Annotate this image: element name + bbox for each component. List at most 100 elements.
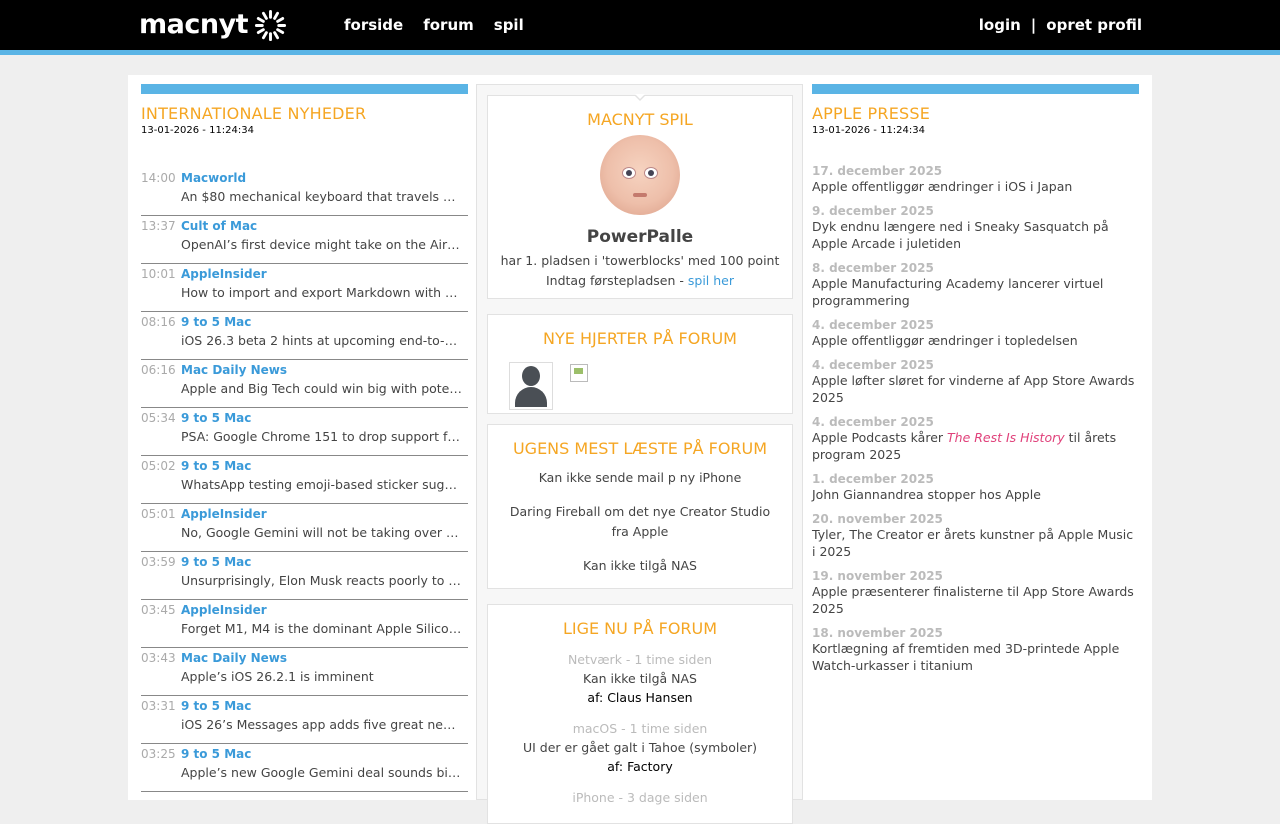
macnyt-logo[interactable]: macnyt <box>139 9 287 41</box>
press-title[interactable]: Apple Podcasts kårer The Rest Is History… <box>812 429 1139 463</box>
news-headline[interactable]: Forget M1, M4 is the dominant Apple Sili… <box>181 621 463 636</box>
press-title[interactable]: Tyler, The Creator er årets kunstner på … <box>812 526 1139 560</box>
news-source[interactable]: 9 to 5 Mac <box>181 411 251 425</box>
news-time: 14:00 <box>141 171 176 185</box>
news-headline[interactable]: How to import and export Markdown with A… <box>181 285 463 300</box>
player-score-text: har 1. pladsen i 'towerblocks' med 100 p… <box>500 253 780 268</box>
press-title[interactable]: Kortlægning af fremtiden med 3D-printede… <box>812 640 1139 674</box>
news-headline[interactable]: iOS 26’s Messages app adds five great ne… <box>181 717 463 732</box>
news-headline[interactable]: Apple’s new Google Gemini deal sounds bi… <box>181 765 463 780</box>
news-item[interactable]: 14:00 Macworld An $80 mechanical keyboard … <box>141 168 468 216</box>
press-date: 8. december 2025 <box>812 261 934 275</box>
international-news-column: INTERNATIONALE NYHEDER 13-01-2026 - 11:2… <box>141 84 468 792</box>
news-time: 03:31 <box>141 699 176 713</box>
user-avatar-icon[interactable] <box>509 362 553 410</box>
player-name[interactable]: PowerPalle <box>488 227 792 247</box>
news-item[interactable]: 05:02 9 to 5 Mac WhatsApp testing emoji-ba… <box>141 456 468 504</box>
press-title[interactable]: Apple præsenterer finalisterne til App S… <box>812 583 1139 617</box>
press-date: 17. december 2025 <box>812 164 943 178</box>
news-headline[interactable]: Apple and Big Tech could win big with po… <box>181 381 463 396</box>
news-item[interactable]: 05:34 9 to 5 Mac PSA: Google Chrome 151 to… <box>141 408 468 456</box>
press-item[interactable]: 4. december 2025 Apple offentliggør ændri… <box>812 318 1139 349</box>
play-here-link[interactable]: spil her <box>688 273 734 288</box>
forum-author[interactable]: af: Claus Hansen <box>502 688 778 707</box>
news-item[interactable]: 03:31 9 to 5 Mac iOS 26’s Messages app add… <box>141 696 468 744</box>
news-item[interactable]: 13:37 Cult of Mac OpenAI’s first device mi… <box>141 216 468 264</box>
press-item[interactable]: 4. december 2025 Apple løfter sløret for … <box>812 358 1139 406</box>
top-navigation-bar: macnyt forside forum spil login | opret … <box>0 0 1280 55</box>
forum-entry[interactable]: macOS - 1 time siden UI der er gået galt… <box>502 719 778 776</box>
most-read-item[interactable]: Daring Fireball om det nye Creator Studi… <box>502 502 778 542</box>
news-time: 10:01 <box>141 267 176 281</box>
press-title[interactable]: Apple løfter sløret for vinderne af App … <box>812 372 1139 406</box>
news-source[interactable]: AppleInsider <box>181 267 267 281</box>
forum-entry[interactable]: iPhone - 3 dage siden <box>502 788 778 807</box>
forum-entry[interactable]: Netværk - 1 time siden Kan ikke tilgå NA… <box>502 650 778 707</box>
news-source[interactable]: Macworld <box>181 171 246 185</box>
news-source[interactable]: Mac Daily News <box>181 651 287 665</box>
press-item[interactable]: 17. december 2025 Apple offentliggør ændr… <box>812 164 1139 195</box>
press-title[interactable]: Dyk endnu længere ned i Sneaky Sasquatch… <box>812 218 1139 252</box>
avatar-eye <box>622 167 636 179</box>
news-source[interactable]: AppleInsider <box>181 507 267 521</box>
news-headline[interactable]: iOS 26.3 beta 2 hints at upcoming end-to… <box>181 333 463 348</box>
nav-forside-link[interactable]: forside <box>344 16 403 34</box>
press-title[interactable]: Apple Manufacturing Academy lancerer vir… <box>812 275 1139 309</box>
column-accent-bar <box>812 84 1139 94</box>
news-headline[interactable]: Apple’s iOS 26.2.1 is imminent <box>181 669 463 684</box>
player-avatar[interactable] <box>600 135 680 215</box>
news-item[interactable]: 06:16 Mac Daily News Apple and Big Tech co… <box>141 360 468 408</box>
login-link[interactable]: login <box>979 16 1021 34</box>
news-source[interactable]: AppleInsider <box>181 603 267 617</box>
news-item[interactable]: 03:59 9 to 5 Mac Unsurprisingly, Elon Musk… <box>141 552 468 600</box>
news-item[interactable]: 05:01 AppleInsider No, Google Gemini will … <box>141 504 468 552</box>
news-item[interactable]: 03:25 9 to 5 Mac Apple’s new Google Gemini… <box>141 744 468 792</box>
signup-link[interactable]: opret profil <box>1046 16 1142 34</box>
press-item[interactable]: 1. december 2025 John Giannandrea stopper… <box>812 472 1139 503</box>
press-date: 18. november 2025 <box>812 626 943 640</box>
nav-spil-link[interactable]: spil <box>494 16 524 34</box>
news-headline[interactable]: PSA: Google Chrome 151 to drop support f… <box>181 429 463 444</box>
news-item[interactable]: 10:01 AppleInsider How to import and expor… <box>141 264 468 312</box>
news-item[interactable]: 08:16 9 to 5 Mac iOS 26.3 beta 2 hints at … <box>141 312 468 360</box>
press-item[interactable]: 4. december 2025 Apple Podcasts kårer The… <box>812 415 1139 463</box>
press-title[interactable]: Apple offentliggør ændringer i topledels… <box>812 332 1139 349</box>
news-time: 05:02 <box>141 459 176 473</box>
news-source[interactable]: 9 to 5 Mac <box>181 699 251 713</box>
news-time: 05:01 <box>141 507 176 521</box>
news-item[interactable]: 03:43 Mac Daily News Apple’s iOS 26.2.1 is… <box>141 648 468 696</box>
press-title[interactable]: Apple offentliggør ændringer i iOS i Jap… <box>812 178 1139 195</box>
press-title[interactable]: John Giannandrea stopper hos Apple <box>812 486 1139 503</box>
news-headline[interactable]: OpenAI’s first device might take on the … <box>181 237 463 252</box>
press-item[interactable]: 9. december 2025 Dyk endnu længere ned i … <box>812 204 1139 252</box>
press-item[interactable]: 19. november 2025 Apple præsenterer final… <box>812 569 1139 617</box>
news-headline[interactable]: WhatsApp testing emoji-based sticker sug… <box>181 477 463 492</box>
press-date: 4. december 2025 <box>812 358 934 372</box>
press-item[interactable]: 8. december 2025 Apple Manufacturing Acad… <box>812 261 1139 309</box>
news-item[interactable]: 03:45 AppleInsider Forget M1, M4 is the do… <box>141 600 468 648</box>
news-source[interactable]: Cult of Mac <box>181 219 257 233</box>
play-prompt-text: Indtag førstepladsen - <box>545 273 688 288</box>
column-title: APPLE PRESSE <box>812 104 931 123</box>
news-headline[interactable]: An $80 mechanical keyboard that travels … <box>181 189 463 204</box>
press-item[interactable]: 20. november 2025 Tyler, The Creator er å… <box>812 512 1139 560</box>
news-source[interactable]: 9 to 5 Mac <box>181 747 251 761</box>
forum-thread-title[interactable]: Kan ikke tilgå NAS <box>502 669 778 688</box>
nav-forum-link[interactable]: forum <box>423 16 474 34</box>
news-headline[interactable]: Unsurprisingly, Elon Musk reacts poorly … <box>181 573 463 588</box>
press-date: 20. november 2025 <box>812 512 943 526</box>
news-headline[interactable]: No, Google Gemini will not be taking ove… <box>181 525 463 540</box>
most-read-item[interactable]: Kan ikke tilgå NAS <box>502 556 778 576</box>
news-time: 05:34 <box>141 411 176 425</box>
broken-image-icon[interactable] <box>570 364 588 382</box>
most-read-item[interactable]: Kan ikke sende mail p ny iPhone <box>502 468 778 488</box>
press-item[interactable]: 18. november 2025 Kortlægning af fremtide… <box>812 626 1139 674</box>
forum-thread-title[interactable]: UI der er gået galt i Tahoe (symboler) <box>502 738 778 757</box>
forum-author[interactable]: af: Factory <box>502 757 778 776</box>
news-source[interactable]: 9 to 5 Mac <box>181 315 251 329</box>
news-source[interactable]: 9 to 5 Mac <box>181 459 251 473</box>
news-source[interactable]: 9 to 5 Mac <box>181 555 251 569</box>
news-list: 14:00 Macworld An $80 mechanical keyboard … <box>141 168 468 792</box>
column-date: 13-01-2026 - 11:24:34 <box>812 125 925 136</box>
news-source[interactable]: Mac Daily News <box>181 363 287 377</box>
